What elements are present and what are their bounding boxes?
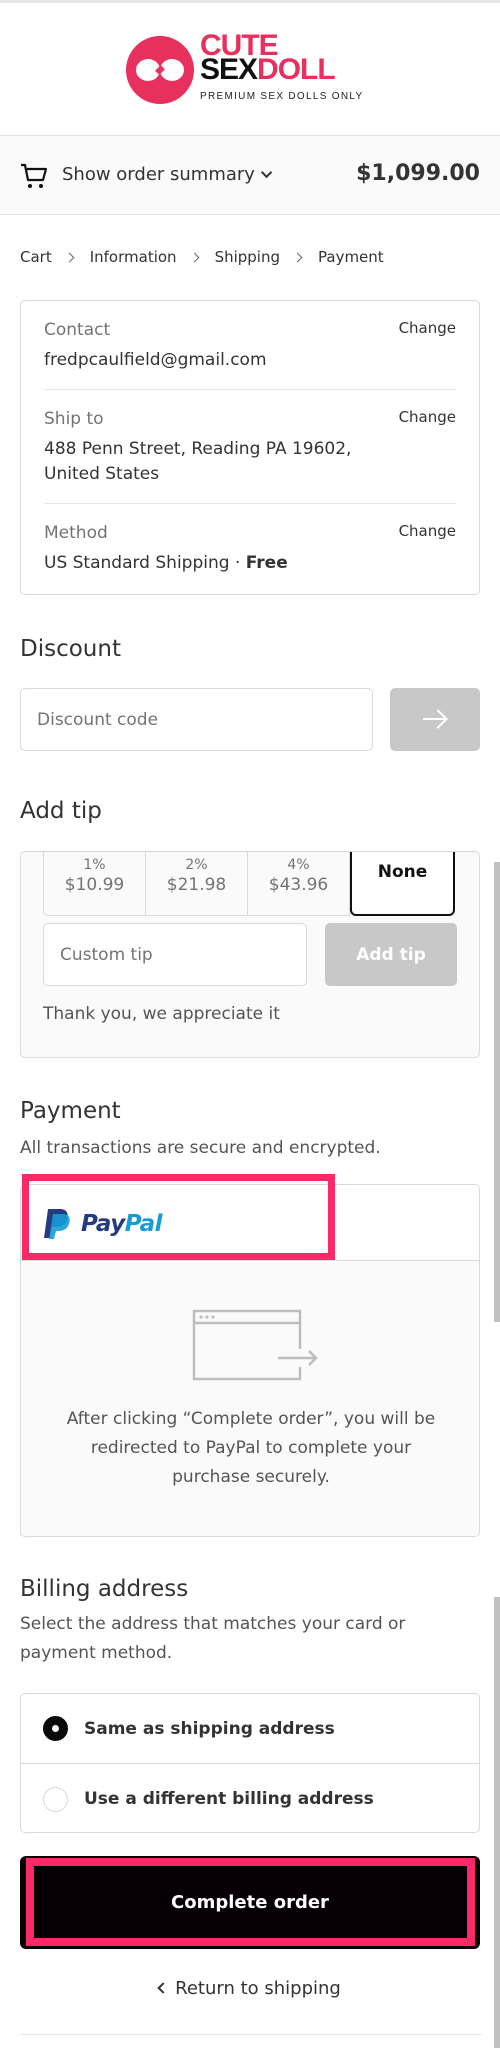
tip-percent: 1%	[83, 857, 106, 873]
breadcrumb-payment: Payment	[318, 248, 384, 266]
return-label: Return to shipping	[175, 1978, 341, 1999]
order-total: $1,099.00	[356, 161, 480, 186]
tip-heading: Add tip	[20, 798, 102, 824]
review-value: fredpcaulfield@gmail.com	[44, 350, 267, 370]
complete-order-button[interactable]: Complete order	[20, 1856, 480, 1949]
tip-amount: $43.96	[268, 875, 329, 895]
chevron-right-icon	[64, 252, 75, 262]
discount-heading: Discount	[20, 636, 121, 662]
tip-option-none[interactable]: None	[350, 852, 455, 916]
discount-code-input[interactable]	[20, 688, 373, 751]
payment-methods: PayPal After clicking “Complete order”, …	[20, 1184, 480, 1537]
radio-unchecked-icon[interactable]	[43, 1786, 68, 1812]
logo-mark-icon	[126, 36, 194, 104]
logo-text-doll: DOLL	[257, 53, 336, 86]
logo-text-sex: SEX	[200, 53, 258, 86]
review-row-contact: Contact fredpcaulfield@gmail.com Change	[44, 301, 456, 390]
billing-option-different[interactable]: Use a different billing address	[21, 1764, 479, 1834]
apply-discount-button[interactable]	[390, 688, 480, 751]
payment-heading: Payment	[20, 1098, 121, 1124]
billing-option-label: Use a different billing address	[84, 1789, 374, 1809]
payment-method-paypal[interactable]: PayPal	[21, 1185, 479, 1261]
tip-thanks-text: Thank you, we appreciate it	[43, 1004, 280, 1024]
breadcrumb-shipping[interactable]: Shipping	[215, 248, 280, 266]
review-value: 488 Penn Street, Reading PA 19602, Unite…	[44, 439, 352, 484]
scrollbar-thumb[interactable]	[494, 1597, 500, 2048]
tip-panel: 1% $10.99 2% $21.98 4% $43.96 None Add t…	[20, 851, 480, 1058]
shipping-price: Free	[245, 553, 288, 573]
browser-redirect-icon	[192, 1309, 318, 1381]
summary-toggle-label: Show order summary	[62, 164, 255, 185]
change-ship-to-link[interactable]: Change	[399, 408, 456, 426]
review-block: Contact fredpcaulfield@gmail.com Change …	[20, 300, 480, 595]
arrow-right-icon	[423, 718, 445, 720]
change-contact-link[interactable]: Change	[399, 319, 456, 337]
return-to-shipping-link[interactable]: Return to shipping	[0, 1978, 500, 1999]
chevron-right-icon	[189, 252, 200, 262]
review-value: US Standard Shipping · Free	[44, 551, 456, 576]
payment-subtitle: All transactions are secure and encrypte…	[20, 1138, 381, 1158]
tip-none-label: None	[377, 862, 428, 882]
breadcrumb-cart[interactable]: Cart	[20, 248, 52, 266]
cart-icon	[21, 163, 48, 188]
billing-subtitle: Select the address that matches your car…	[20, 1614, 406, 1663]
site-header: CUTE SEXDOLL PREMIUM SEX DOLLS ONLY	[0, 3, 500, 135]
review-row-method: Method US Standard Shipping · Free Chang…	[44, 504, 456, 594]
chevron-left-icon	[157, 1982, 169, 1994]
billing-heading: Billing address	[20, 1576, 189, 1602]
radio-checked-icon[interactable]	[43, 1716, 68, 1741]
store-logo[interactable]: CUTE SEXDOLL PREMIUM SEX DOLLS ONLY	[126, 31, 376, 106]
logo-wordmark: CUTE SEXDOLL	[200, 31, 336, 85]
billing-option-label: Same as shipping address	[84, 1718, 335, 1739]
breadcrumb-information[interactable]: Information	[90, 248, 177, 266]
billing-options: Same as shipping address Use a different…	[20, 1693, 480, 1833]
tip-option-2[interactable]: 2% $21.98	[146, 852, 248, 916]
tip-option-4[interactable]: 4% $43.96	[248, 852, 350, 916]
redirect-message: After clicking “Complete order”, you wil…	[66, 1409, 436, 1487]
review-label: Ship to	[44, 409, 104, 429]
shipping-method: US Standard Shipping ·	[44, 553, 246, 573]
show-order-summary-toggle[interactable]: Show order summary	[62, 164, 273, 185]
add-tip-button[interactable]: Add tip	[325, 923, 457, 986]
paypal-wordmark: PayPal	[81, 1211, 163, 1237]
tip-percent: 4%	[287, 857, 310, 873]
paypal-icon	[44, 1209, 70, 1239]
chevron-right-icon	[292, 252, 303, 262]
review-label: Method	[44, 523, 108, 543]
tip-percent: 2%	[185, 857, 208, 873]
review-row-ship-to: Ship to 488 Penn Street, Reading PA 1960…	[44, 390, 456, 504]
logo-tagline: PREMIUM SEX DOLLS ONLY	[200, 91, 364, 102]
tip-options: 1% $10.99 2% $21.98 4% $43.96 None	[43, 852, 455, 916]
review-label: Contact	[44, 320, 111, 340]
tip-amount: $10.99	[64, 875, 125, 895]
custom-tip-input[interactable]	[43, 923, 307, 986]
tip-amount: $21.98	[166, 875, 227, 895]
tip-option-1[interactable]: 1% $10.99	[43, 852, 146, 916]
breadcrumb: Cart Information Shipping Payment	[20, 248, 384, 266]
scrollbar-thumb[interactable]	[494, 862, 500, 1322]
paypal-redirect-info: After clicking “Complete order”, you wil…	[21, 1262, 479, 1536]
order-summary-bar[interactable]: Show order summary $1,099.00	[0, 135, 500, 215]
billing-option-same[interactable]: Same as shipping address	[21, 1694, 479, 1764]
footer-divider	[20, 2034, 482, 2035]
change-method-link[interactable]: Change	[399, 522, 456, 540]
paypal-logo: PayPal	[43, 1207, 163, 1241]
chevron-down-icon	[260, 166, 273, 179]
